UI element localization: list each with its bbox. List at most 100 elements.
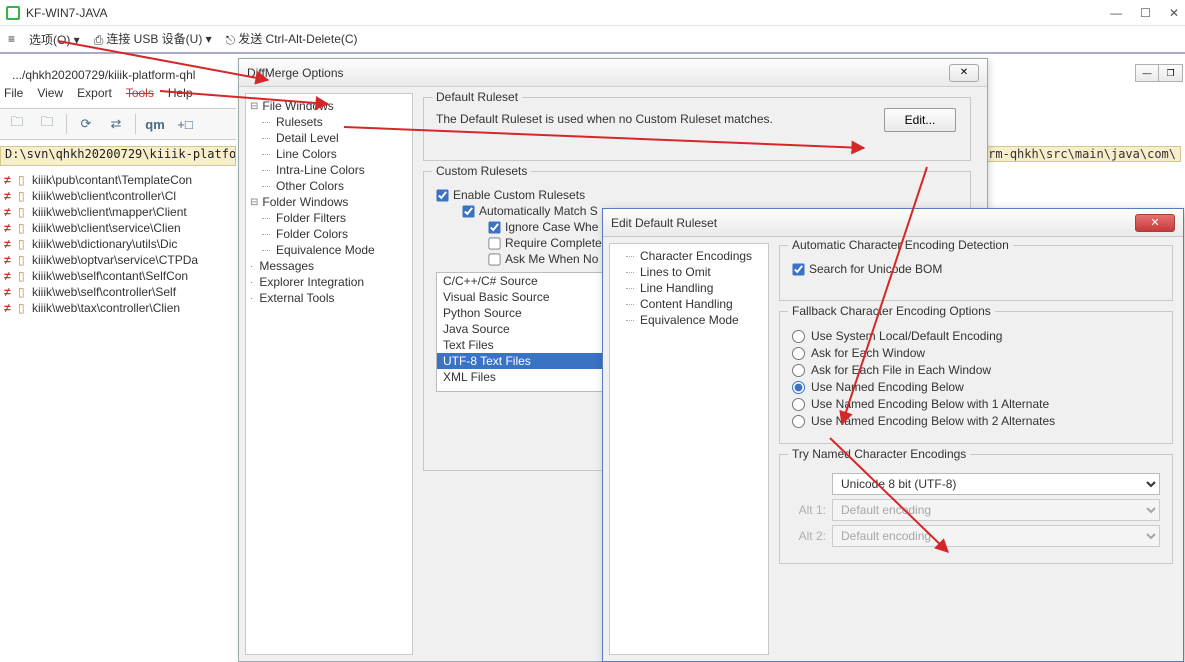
search-bom-label: Search for Unicode BOM bbox=[809, 262, 942, 276]
alt1-select: Default encoding bbox=[832, 499, 1160, 521]
file-icon: ▯ bbox=[18, 301, 28, 315]
vm-title: KF-WIN7-JAVA bbox=[26, 6, 108, 20]
edr-close-button[interactable]: ✕ bbox=[1135, 214, 1175, 232]
tree-explorer-integration[interactable]: Explorer Integration bbox=[248, 274, 410, 290]
not-equal-icon: ≠ bbox=[4, 221, 14, 235]
tree-rulesets[interactable]: Rulesets bbox=[248, 114, 410, 130]
list-item[interactable]: ≠▯kiiik\web\self\controller\Self bbox=[0, 284, 236, 300]
close-icon[interactable]: ✕ bbox=[1169, 6, 1179, 20]
vm-send-cad[interactable]: ⎋发送 Ctrl-Alt-Delete(C) bbox=[226, 30, 358, 47]
tree-edr-equivalence-mode[interactable]: Equivalence Mode bbox=[612, 312, 766, 328]
file-icon: ▯ bbox=[18, 237, 28, 251]
vm-usb[interactable]: ⎙连接 USB 设备(U) ▾ bbox=[94, 30, 212, 47]
qm-icon[interactable]: qm bbox=[142, 112, 168, 136]
list-item[interactable]: ≠ ▯ kiiik\web\client\service\Clien bbox=[0, 220, 236, 236]
refresh-icon[interactable]: ⟳ bbox=[73, 112, 99, 136]
swap-icon[interactable]: ⇄ bbox=[103, 112, 129, 136]
default-ruleset-text: The Default Ruleset is used when no Cust… bbox=[436, 112, 773, 126]
tree-detail-level[interactable]: Detail Level bbox=[248, 130, 410, 146]
tree-equivalence-mode[interactable]: Equivalence Mode bbox=[248, 242, 410, 258]
tree-messages[interactable]: Messages bbox=[248, 258, 410, 274]
tree-content-handling[interactable]: Content Handling bbox=[612, 296, 766, 312]
list-item[interactable]: ≠ ▯ kiiik\web\tax\controller\Clien bbox=[0, 300, 236, 316]
tree-external-tools[interactable]: External Tools bbox=[248, 290, 410, 306]
tree-other-colors[interactable]: Other Colors bbox=[248, 178, 410, 194]
menu-view[interactable]: View bbox=[37, 86, 63, 106]
list-item[interactable]: ≠▯kiiik\web\dictionary\utils\Dic bbox=[0, 236, 236, 252]
edr-title: Edit Default Ruleset bbox=[611, 216, 717, 230]
tree-intra-line-colors[interactable]: Intra-Line Colors bbox=[248, 162, 410, 178]
tree-folder-windows[interactable]: Folder Windows bbox=[248, 194, 410, 210]
folder-open-icon[interactable]: 🗀 bbox=[4, 112, 30, 136]
not-equal-icon: ≠ bbox=[4, 253, 14, 267]
edr-tree[interactable]: Character Encodings Lines to Omit Line H… bbox=[609, 243, 769, 655]
require-complete-checkbox[interactable] bbox=[488, 237, 500, 249]
auto-match-label: Automatically Match S bbox=[479, 204, 598, 218]
options-tree[interactable]: File Windows Rulesets Detail Level Line … bbox=[245, 93, 413, 655]
vm-options[interactable]: 选项(O) ▾ bbox=[29, 31, 80, 48]
custom-rulesets-title: Custom Rulesets bbox=[432, 164, 531, 178]
vm-menu-icon[interactable]: ≡ bbox=[8, 32, 15, 46]
radio-ask-file[interactable] bbox=[792, 364, 805, 377]
file-path: kiiik\web\dictionary\utils\Dic bbox=[32, 237, 177, 251]
list-item[interactable]: ≠▯kiiik\web\optvar\service\CTPDa bbox=[0, 252, 236, 268]
tree-folder-filters[interactable]: Folder Filters bbox=[248, 210, 410, 226]
dm-toolbar: 🗀 🗀 ⟳ ⇄ qm +□ bbox=[0, 108, 236, 140]
file-path: kiiik\pub\contant\TemplateCon bbox=[32, 173, 192, 187]
folder-compare-icon[interactable]: 🗀 bbox=[34, 112, 60, 136]
options-close-button[interactable]: ✕ bbox=[949, 64, 979, 82]
list-item[interactable]: ≠▯kiiik\web\self\contant\SelfCon bbox=[0, 268, 236, 284]
file-path: kiiik\web\client\service\Clien bbox=[32, 221, 181, 235]
fallback-group: Fallback Character Encoding Options Use … bbox=[779, 311, 1173, 444]
edit-button[interactable]: Edit... bbox=[884, 108, 956, 132]
tree-folder-colors[interactable]: Folder Colors bbox=[248, 226, 410, 242]
maximize-icon[interactable]: ☐ bbox=[1140, 6, 1151, 20]
alt2-label: Alt 2: bbox=[792, 529, 826, 543]
menu-file[interactable]: File bbox=[4, 86, 23, 106]
expand-icon[interactable]: +□ bbox=[172, 112, 198, 136]
auto-match-checkbox[interactable] bbox=[462, 205, 474, 217]
not-equal-icon: ≠ bbox=[4, 205, 14, 219]
file-path: kiiik\web\client\mapper\Client bbox=[32, 205, 187, 219]
ignore-case-checkbox[interactable] bbox=[488, 221, 500, 233]
tree-line-handling[interactable]: Line Handling bbox=[612, 280, 766, 296]
menu-tools[interactable]: Tools bbox=[126, 86, 154, 106]
options-title: DiffMerge Options bbox=[247, 66, 344, 80]
list-item[interactable]: ≠▯kiiik\pub\contant\TemplateCon bbox=[0, 172, 236, 188]
tree-lines-to-omit[interactable]: Lines to Omit bbox=[612, 264, 766, 280]
file-path: kiiik\web\tax\controller\Clien bbox=[32, 301, 180, 315]
file-path: kiiik\web\self\controller\Self bbox=[32, 285, 176, 299]
radio-ask-window[interactable] bbox=[792, 347, 805, 360]
tree-character-encodings[interactable]: Character Encodings bbox=[612, 248, 766, 264]
list-item[interactable]: ≠▯kiiik\web\client\controller\Cl bbox=[0, 188, 236, 204]
list-item[interactable]: ≠▯kiiik\web\client\mapper\Client bbox=[0, 204, 236, 220]
minimize-icon[interactable]: — bbox=[1110, 6, 1122, 20]
dm-minimize-button[interactable]: — bbox=[1135, 64, 1159, 82]
menu-export[interactable]: Export bbox=[77, 86, 112, 106]
require-complete-label: Require Complete bbox=[505, 236, 602, 250]
radio-named-1alt[interactable] bbox=[792, 398, 805, 411]
options-titlebar: DiffMerge Options ✕ bbox=[239, 59, 987, 87]
try-named-group: Try Named Character Encodings Unicode 8 … bbox=[779, 454, 1173, 564]
search-bom-checkbox[interactable] bbox=[792, 263, 804, 275]
dm-restore-button[interactable]: ❐ bbox=[1159, 64, 1183, 82]
default-ruleset-title: Default Ruleset bbox=[432, 90, 522, 104]
ask-me-checkbox[interactable] bbox=[488, 253, 500, 265]
fallback-title: Fallback Character Encoding Options bbox=[788, 304, 995, 318]
tree-file-windows[interactable]: File Windows bbox=[248, 98, 410, 114]
encoding-select[interactable]: Unicode 8 bit (UTF-8) bbox=[832, 473, 1160, 495]
file-icon: ▯ bbox=[18, 221, 28, 235]
radio-named-below[interactable] bbox=[792, 381, 805, 394]
enable-custom-checkbox[interactable] bbox=[436, 189, 448, 201]
edit-default-ruleset-dialog: Edit Default Ruleset ✕ Character Encodin… bbox=[602, 208, 1184, 662]
dm-left-path: D:\svn\qhkh20200729\kiiik-platfo bbox=[0, 146, 236, 166]
menu-help[interactable]: Help bbox=[168, 86, 193, 106]
radio-system-default[interactable] bbox=[792, 330, 805, 343]
alt2-select: Default encoding bbox=[832, 525, 1160, 547]
tree-line-colors[interactable]: Line Colors bbox=[248, 146, 410, 162]
enable-custom-label: Enable Custom Rulesets bbox=[453, 188, 585, 202]
auto-detect-title: Automatic Character Encoding Detection bbox=[788, 238, 1013, 252]
not-equal-icon: ≠ bbox=[4, 301, 14, 315]
not-equal-icon: ≠ bbox=[4, 173, 14, 187]
radio-named-2alt[interactable] bbox=[792, 415, 805, 428]
